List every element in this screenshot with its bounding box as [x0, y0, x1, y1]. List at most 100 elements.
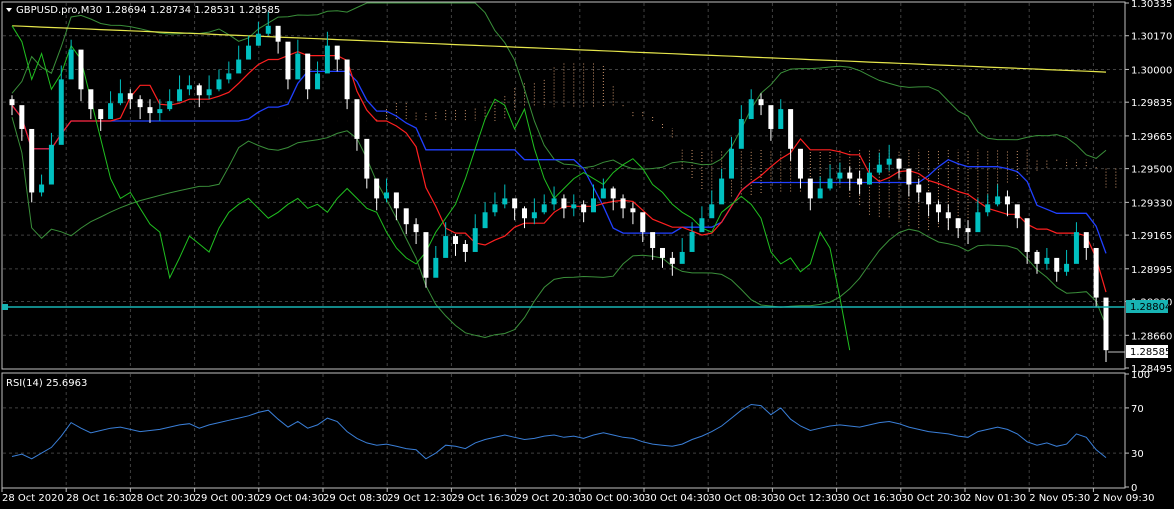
candle-body	[522, 208, 528, 219]
price-tick-label: 1.29665	[1131, 132, 1172, 143]
candle-body	[216, 79, 222, 90]
candle-body	[255, 33, 261, 46]
time-tick-label: 2 Nov 05:30	[1029, 493, 1090, 504]
candle-body	[88, 89, 94, 110]
candle-body	[837, 172, 843, 179]
price-tick-label: 1.28995	[1131, 265, 1172, 276]
candle-body	[1064, 263, 1070, 272]
candle-body	[206, 89, 212, 96]
time-tick-label: 29 Oct 12:30	[387, 493, 452, 504]
candle-body	[1014, 204, 1020, 219]
candle-body	[669, 257, 675, 264]
time-tick-label: 29 Oct 20:30	[516, 493, 581, 504]
candle-body	[659, 247, 665, 258]
time-tick-label: 30 Oct 20:30	[901, 493, 966, 504]
candle-body	[226, 73, 232, 80]
time-tick-label: 29 Oct 08:30	[323, 493, 388, 504]
price-tick-label: 1.29835	[1131, 98, 1172, 109]
candle-body	[896, 158, 902, 169]
hline-price-tag: 1.28804	[1130, 302, 1171, 313]
candle-body	[945, 212, 951, 219]
candle-body	[9, 99, 15, 106]
candle-body	[866, 172, 872, 185]
candle-body	[48, 144, 54, 185]
candle-body	[492, 204, 498, 213]
candle-body	[916, 184, 922, 193]
candle-body	[137, 99, 143, 108]
time-tick-label: 28 Oct 2020	[2, 493, 64, 504]
time-tick-label: 30 Oct 00:30	[580, 493, 645, 504]
candle-body	[1034, 251, 1040, 264]
chart: 1.30335 1.30170 1.30000 1.29835 1.29665 1.295…	[0, 0, 1174, 509]
candle-body	[561, 198, 567, 209]
candle-body	[108, 103, 114, 120]
candle-body	[1044, 257, 1050, 264]
time-tick-label: 2 Nov 01:30	[965, 493, 1026, 504]
candle-body	[1093, 247, 1099, 298]
candle-body	[482, 212, 488, 229]
candle-body	[265, 25, 271, 34]
candle-body	[620, 198, 626, 209]
candle-body	[876, 164, 882, 173]
candle-body	[236, 59, 242, 74]
price-tick-label: 1.29330	[1131, 198, 1172, 209]
time-tick-label: 28 Oct 16:30	[66, 493, 131, 504]
candle-body	[650, 232, 656, 248]
candle-body	[817, 188, 823, 199]
time-tick-label: 28 Oct 20:30	[130, 493, 195, 504]
candle-body	[640, 212, 646, 233]
candle-body	[285, 41, 291, 80]
time-tick-label: 30 Oct 16:30	[837, 493, 902, 504]
candle-body	[275, 25, 281, 42]
candle-body	[788, 109, 794, 149]
candle-body	[502, 198, 508, 205]
candle-body	[39, 184, 45, 193]
candle-body	[324, 45, 330, 74]
candle-body	[196, 85, 202, 96]
candle-body	[926, 192, 932, 205]
candle-body	[1054, 257, 1060, 272]
candle-body	[738, 119, 744, 149]
candle-body	[78, 49, 84, 90]
candle-body	[679, 251, 685, 264]
candle-body	[167, 101, 173, 110]
time-tick-label: 29 Oct 00:30	[195, 493, 260, 504]
candle-body	[19, 105, 25, 129]
candle-body	[935, 204, 941, 213]
candle-body	[344, 59, 350, 100]
candle-body	[433, 257, 439, 278]
candle-body	[295, 53, 301, 80]
chart-background	[0, 0, 1174, 509]
candle-body	[98, 109, 104, 120]
candle-body	[719, 178, 725, 205]
rsi-label: RSI(14) 25.6963	[6, 378, 87, 389]
candle-body	[758, 99, 764, 106]
candle-body	[975, 212, 981, 233]
candle-body	[778, 109, 784, 129]
candle-body	[1073, 232, 1079, 264]
candle-body	[768, 105, 774, 129]
time-tick-label: 2 Nov 09:30	[1093, 493, 1154, 504]
candle-body	[551, 198, 557, 205]
candle-body	[29, 128, 35, 193]
candle-body	[807, 178, 813, 199]
candle-body	[472, 228, 478, 252]
candle-body	[1004, 196, 1010, 205]
candle-body	[413, 224, 419, 233]
candle-body	[177, 89, 183, 102]
candle-body	[58, 79, 64, 145]
candle-body	[246, 45, 252, 60]
price-tick-label: 1.28660	[1131, 331, 1172, 342]
candle-body	[630, 208, 636, 213]
candle-body	[453, 236, 459, 245]
candle-body	[985, 204, 991, 213]
time-tick-label: 30 Oct 12:30	[772, 493, 837, 504]
candle-body	[827, 178, 833, 189]
candle-body	[374, 178, 380, 199]
candle-body	[847, 172, 853, 179]
candle-body	[305, 53, 311, 90]
rsi-tick-label: 30	[1131, 449, 1144, 460]
candle-body	[1103, 297, 1109, 351]
candle-body	[955, 218, 961, 229]
candle-body	[127, 93, 133, 100]
